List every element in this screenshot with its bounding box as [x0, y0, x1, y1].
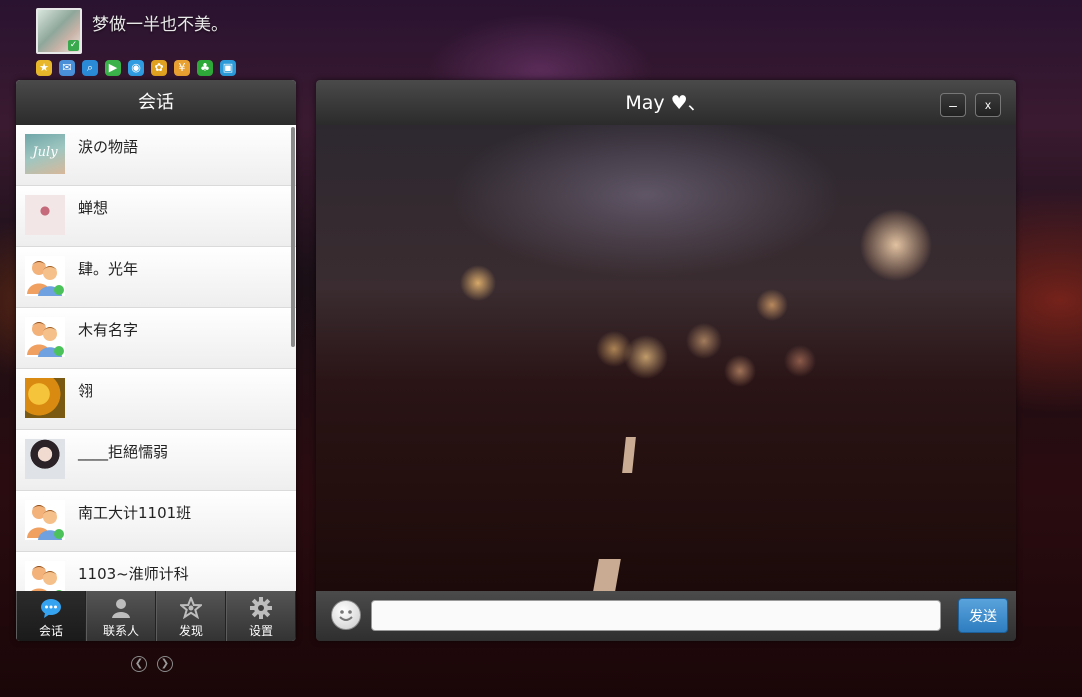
send-button[interactable]: 发送	[958, 598, 1008, 633]
tab-label: 发现	[178, 624, 203, 638]
chat-header: May ♥、 – x	[316, 80, 1016, 125]
conversation-list[interactable]: July 涙の物語蝉想肆。光年木有名字翎 ____拒絕懦弱南工大计1101班 1103…	[16, 125, 296, 591]
app-store-icon[interactable]: ▶	[105, 60, 121, 76]
tab-settings[interactable]: 设置	[226, 591, 296, 641]
bottom-tab-bar: 会话 联系人 发现 设置	[16, 591, 296, 641]
conversation-name: 翎	[78, 382, 94, 400]
star-icon[interactable]: ★	[36, 60, 52, 76]
search-icon[interactable]: ⌕	[82, 60, 98, 76]
conversation-item[interactable]: 南工大计1101班	[16, 491, 296, 552]
conversation-name: 木有名字	[78, 321, 139, 339]
tab-label: 设置	[248, 624, 273, 638]
next-page-button[interactable]: ❯	[157, 656, 173, 672]
message-input-bar: 发送	[316, 591, 1016, 641]
conversation-avatar	[25, 195, 65, 235]
user-avatar[interactable]: ✓	[36, 8, 82, 54]
conversation-item[interactable]: 蝉想	[16, 186, 296, 247]
conversation-item[interactable]: 1103~淮师计科	[16, 552, 296, 591]
tab-sessions[interactable]: 会话	[16, 591, 86, 641]
chat-window: May ♥、 – x 发送	[316, 80, 1016, 641]
mail-icon[interactable]: ✉	[59, 60, 75, 76]
panel-pager: ❮ ❯	[131, 656, 173, 672]
conversation-name: 肆。光年	[78, 260, 139, 278]
chat-bubble-icon	[40, 597, 62, 619]
conversation-name: 1103~淮师计科	[78, 565, 189, 583]
conversation-item[interactable]: 木有名字	[16, 308, 296, 369]
message-area[interactable]	[316, 125, 1016, 591]
browser-icon[interactable]: ◉	[128, 60, 144, 76]
emoji-button[interactable]	[331, 600, 361, 630]
road-marking	[622, 437, 636, 473]
road-marking	[593, 559, 621, 591]
conversation-avatar	[25, 439, 65, 479]
tab-label: 会话	[38, 624, 63, 638]
user-nickname[interactable]: 梦做一半也不美。	[92, 10, 228, 35]
close-button[interactable]: x	[975, 93, 1001, 117]
conversation-item[interactable]: ____拒絕懦弱	[16, 430, 296, 491]
conversation-name: ____拒絕懦弱	[78, 443, 169, 461]
conversation-avatar: July	[25, 134, 65, 174]
game-icon[interactable]: ✿	[151, 60, 167, 76]
conversation-name: 南工大计1101班	[78, 504, 192, 522]
previous-page-button[interactable]: ❮	[131, 656, 147, 672]
conversation-avatar	[25, 561, 65, 591]
conversation-name: 涙の物語	[78, 138, 139, 156]
tab-discover[interactable]: 发现	[156, 591, 226, 641]
conversation-avatar	[25, 378, 65, 418]
settings-gear-icon	[250, 597, 272, 619]
conversation-avatar	[25, 500, 65, 540]
smiley-icon	[339, 610, 353, 621]
chat-title: May ♥、	[625, 92, 707, 114]
conversation-item[interactable]: 肆。光年	[16, 247, 296, 308]
wallet-icon[interactable]: ¥	[174, 60, 190, 76]
conversation-list-scrollbar[interactable]	[291, 127, 295, 347]
discover-star-icon	[178, 595, 204, 620]
photo-icon[interactable]: ▣	[220, 60, 236, 76]
contacts-icon	[110, 597, 132, 619]
conversation-name: 蝉想	[78, 199, 109, 217]
tab-label: 联系人	[102, 624, 139, 638]
minimize-button[interactable]: –	[940, 93, 966, 117]
conversation-avatar	[25, 317, 65, 357]
online-status-icon: ✓	[68, 40, 79, 51]
panel-title: 会话	[16, 80, 296, 125]
conversation-panel: 会话 July 涙の物語蝉想肆。光年木有名字翎 ____拒絕懦弱南工大计1101班 1…	[16, 80, 296, 641]
shortcut-toolbar: ★ ✉ ⌕ ▶ ◉ ✿ ¥ ♣ ▣	[36, 60, 236, 76]
message-input[interactable]	[371, 600, 941, 631]
conversation-item[interactable]: 翎	[16, 369, 296, 430]
clover-icon[interactable]: ♣	[197, 60, 213, 76]
tab-contacts[interactable]: 联系人	[86, 591, 156, 641]
conversation-avatar	[25, 256, 65, 296]
conversation-item[interactable]: July 涙の物語	[16, 125, 296, 186]
